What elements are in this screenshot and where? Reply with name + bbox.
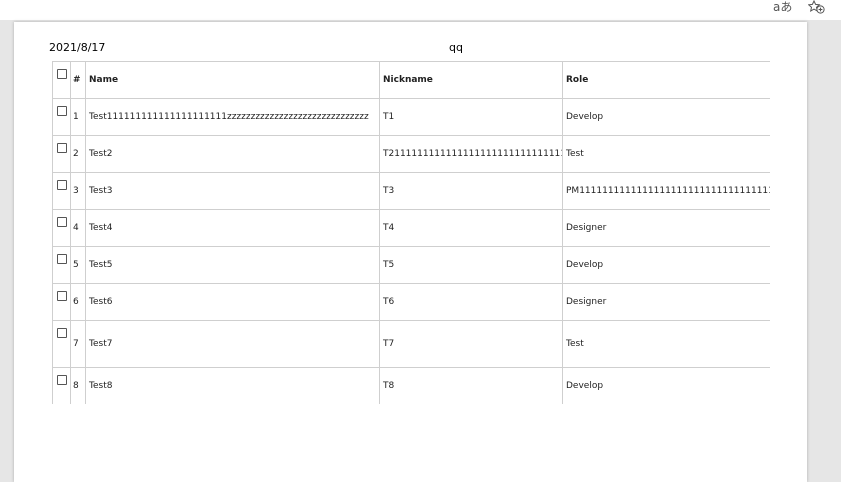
row-name: Test2 [85,135,380,173]
row-checkbox[interactable] [56,143,67,153]
row-name: Test8 [85,367,380,404]
print-preview-page: 2021/8/17 qq # Name Nickname Role 1 Test… [14,22,807,482]
table-row: 1 Test111111111111111111111zzzzzzzzzzzzz… [52,98,770,136]
data-table: # Name Nickname Role 1 Test1111111111111… [52,61,770,404]
row-select-cell [52,209,71,247]
print-date: 2021/8/17 [49,41,106,54]
row-select-cell [52,320,71,368]
row-role: Test [562,135,770,173]
row-name: Test111111111111111111111zzzzzzzzzzzzzzz… [85,98,380,136]
row-name: Test7 [85,320,380,368]
table-row: 7 Test7 T7 Test [52,320,770,368]
row-select-cell [52,367,71,404]
row-nickname: T4 [379,209,563,247]
header-index: # [70,61,86,99]
table-row: 5 Test5 T5 Develop [52,246,770,284]
row-checkbox[interactable] [56,375,67,385]
row-index: 3 [70,172,86,210]
header-nickname: Nickname [379,61,563,99]
row-index: 4 [70,209,86,247]
row-nickname: T1 [379,98,563,136]
row-nickname: T6 [379,283,563,321]
row-index: 2 [70,135,86,173]
row-index: 8 [70,367,86,404]
row-nickname: T21111111111111111111111111111111 [379,135,563,173]
row-checkbox[interactable] [56,217,67,227]
table-row: 8 Test8 T8 Develop [52,367,770,404]
row-select-cell [52,135,71,173]
row-checkbox[interactable] [56,254,67,264]
row-role: Designer [562,209,770,247]
print-title: qq [449,41,463,54]
data-table-container: # Name Nickname Role 1 Test1111111111111… [52,61,770,404]
row-role: Develop [562,246,770,284]
row-nickname: T5 [379,246,563,284]
add-favorite-icon[interactable] [808,0,828,16]
row-name: Test3 [85,172,380,210]
row-role: PM111111111111111111111111111111111111 [562,172,770,210]
row-index: 6 [70,283,86,321]
row-checkbox[interactable] [56,180,67,190]
table-header-row: # Name Nickname Role [52,61,770,99]
row-select-cell [52,246,71,284]
row-checkbox[interactable] [56,291,67,301]
read-aloud-icon[interactable]: aあ [773,0,792,16]
row-index: 5 [70,246,86,284]
row-name: Test4 [85,209,380,247]
table-row: 4 Test4 T4 Designer [52,209,770,247]
row-nickname: T3 [379,172,563,210]
row-role: Test [562,320,770,368]
table-row: 6 Test6 T6 Designer [52,283,770,321]
row-nickname: T7 [379,320,563,368]
row-role: Develop [562,367,770,404]
row-select-cell [52,283,71,321]
table-row: 3 Test3 T3 PM111111111111111111111111111… [52,172,770,210]
header-name: Name [85,61,380,99]
select-all-checkbox[interactable] [56,69,67,79]
row-index: 7 [70,320,86,368]
row-name: Test5 [85,246,380,284]
row-checkbox[interactable] [56,106,67,116]
browser-toolbar: aあ [0,0,841,20]
row-index: 1 [70,98,86,136]
header-role: Role [562,61,770,99]
row-role: Designer [562,283,770,321]
row-select-cell [52,98,71,136]
header-select-all-cell [52,61,71,99]
row-name: Test6 [85,283,380,321]
table-row: 2 Test2 T2111111111111111111111111111111… [52,135,770,173]
row-select-cell [52,172,71,210]
row-checkbox[interactable] [56,328,67,338]
row-nickname: T8 [379,367,563,404]
row-role: Develop [562,98,770,136]
